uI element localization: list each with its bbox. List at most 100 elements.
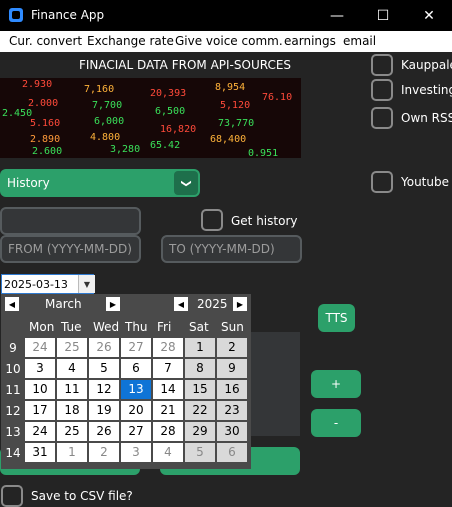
calendar-day[interactable]: 4 xyxy=(153,443,183,462)
calendar-day[interactable]: 19 xyxy=(89,401,119,420)
calendar-day[interactable]: 27 xyxy=(121,422,151,441)
get-history-checkbox[interactable] xyxy=(201,209,223,231)
minus-button[interactable]: - xyxy=(311,409,361,437)
banner-number: 2.600 xyxy=(32,146,63,157)
calendar-day[interactable]: 31 xyxy=(25,443,55,462)
prev-month-button[interactable]: ◀ xyxy=(5,297,19,311)
chevron-down-icon[interactable]: ❯ xyxy=(174,171,198,195)
calendar-month: March xyxy=(45,297,82,311)
banner-number: 2.000 xyxy=(28,98,59,109)
calendar-day[interactable]: 25 xyxy=(57,422,87,441)
from-date-field[interactable] xyxy=(0,235,141,263)
from-date-input[interactable] xyxy=(8,241,133,257)
menu-item-exchange-rate[interactable]: Exchange rate xyxy=(87,34,174,48)
prev-year-button[interactable]: ◀ xyxy=(174,297,188,311)
calendar-day[interactable]: 24 xyxy=(25,338,55,357)
get-history-label: Get history xyxy=(231,214,298,228)
weekday-header: Sun xyxy=(221,320,244,334)
app-icon xyxy=(9,8,23,22)
source-dropdown-value: History xyxy=(7,176,50,190)
youtube-checkbox[interactable] xyxy=(371,171,393,193)
tts-button[interactable]: TTS xyxy=(318,304,355,332)
calendar-day[interactable]: 28 xyxy=(153,422,183,441)
calendar-day[interactable]: 22 xyxy=(185,401,215,420)
calendar-day[interactable]: 28 xyxy=(153,338,183,357)
investing-checkbox[interactable] xyxy=(371,79,393,101)
kauppalehti-checkbox[interactable] xyxy=(371,54,393,76)
next-year-button[interactable]: ▶ xyxy=(233,297,247,311)
calendar-day[interactable]: 27 xyxy=(121,338,151,357)
menu-item-cur-convert[interactable]: Cur. convert xyxy=(9,34,82,48)
banner-number: 2.890 xyxy=(30,134,61,145)
banner-number: 6,000 xyxy=(94,116,125,127)
calendar-day[interactable]: 23 xyxy=(217,401,247,420)
calendar-day[interactable]: 10 xyxy=(25,380,55,399)
banner-number: 76.10 xyxy=(262,92,293,103)
date-entry[interactable]: 2025-03-13 ▼ xyxy=(1,274,95,294)
own-rss-checkbox[interactable] xyxy=(371,107,393,129)
calendar-day[interactable]: 17 xyxy=(25,401,55,420)
maximize-button[interactable]: ☐ xyxy=(360,0,406,31)
plus-button[interactable]: + xyxy=(311,370,361,398)
date-entry-value[interactable]: 2025-03-13 xyxy=(4,278,68,291)
menu-bar: Cur. convert Exchange rate Give voice co… xyxy=(0,31,452,52)
ticker-input[interactable] xyxy=(8,213,133,229)
calendar-day[interactable]: 9 xyxy=(217,359,247,378)
investing-label: Investing xyxy=(401,83,452,97)
banner-number: 5,120 xyxy=(220,100,251,111)
calendar-day[interactable]: 12 xyxy=(89,380,119,399)
menu-item-earnings[interactable]: earnings xyxy=(284,34,336,48)
weekday-header: Wed xyxy=(93,320,120,334)
calendar-day[interactable]: 5 xyxy=(185,443,215,462)
window-title: Finance App xyxy=(31,8,105,22)
calendar-day[interactable]: 30 xyxy=(217,422,247,441)
calendar-day[interactable]: 1 xyxy=(57,443,87,462)
week-number: 10 xyxy=(5,362,21,376)
calendar-day[interactable]: 20 xyxy=(121,401,151,420)
calendar-day[interactable]: 18 xyxy=(57,401,87,420)
calendar-day[interactable]: 6 xyxy=(217,443,247,462)
to-date-field[interactable] xyxy=(161,235,302,263)
calendar-day[interactable]: 3 xyxy=(121,443,151,462)
banner-number: 2.930 xyxy=(22,79,53,90)
menu-item-email[interactable]: email xyxy=(343,34,376,48)
source-dropdown[interactable]: History ❯ xyxy=(0,169,200,197)
next-month-button[interactable]: ▶ xyxy=(106,297,120,311)
calendar-day[interactable]: 3 xyxy=(25,359,55,378)
calendar-day[interactable]: 11 xyxy=(57,380,87,399)
calendar-day[interactable]: 25 xyxy=(57,338,87,357)
calendar-dropdown-icon[interactable]: ▼ xyxy=(78,275,95,293)
calendar-day[interactable]: 16 xyxy=(217,380,247,399)
calendar-day[interactable]: 21 xyxy=(153,401,183,420)
save-csv-checkbox[interactable] xyxy=(1,485,23,507)
weekday-header: Tue xyxy=(61,320,82,334)
calendar-day[interactable]: 4 xyxy=(57,359,87,378)
banner-number: 6,500 xyxy=(155,106,186,117)
calendar-day[interactable]: 1 xyxy=(185,338,215,357)
banner-number: 65.42 xyxy=(150,140,181,151)
calendar-day[interactable]: 8 xyxy=(185,359,215,378)
week-number: 12 xyxy=(5,404,21,418)
ticker-input-field[interactable] xyxy=(0,207,141,235)
calendar-day[interactable]: 29 xyxy=(185,422,215,441)
close-button[interactable]: ✕ xyxy=(406,0,452,31)
calendar-day[interactable]: 24 xyxy=(25,422,55,441)
minimize-button[interactable]: — xyxy=(314,0,360,31)
calendar-year: 2025 xyxy=(197,297,228,311)
calendar-day[interactable]: 26 xyxy=(89,338,119,357)
week-number: 9 xyxy=(9,341,17,355)
calendar-day[interactable]: 2 xyxy=(89,443,119,462)
calendar-day[interactable]: 26 xyxy=(89,422,119,441)
to-date-input[interactable] xyxy=(169,241,294,257)
weekday-header: Sat xyxy=(189,320,209,334)
banner-number: 73,770 xyxy=(218,118,255,129)
menu-item-voice-comm[interactable]: Give voice comm. xyxy=(175,34,283,48)
calendar-day[interactable]: 14 xyxy=(153,380,183,399)
calendar-day[interactable]: 2 xyxy=(217,338,247,357)
calendar-day[interactable]: 15 xyxy=(185,380,215,399)
calendar-day[interactable]: 13 xyxy=(121,380,151,399)
calendar-day[interactable]: 6 xyxy=(121,359,151,378)
calendar-day[interactable]: 5 xyxy=(89,359,119,378)
weekday-header: Mon xyxy=(29,320,55,334)
calendar-day[interactable]: 7 xyxy=(153,359,183,378)
